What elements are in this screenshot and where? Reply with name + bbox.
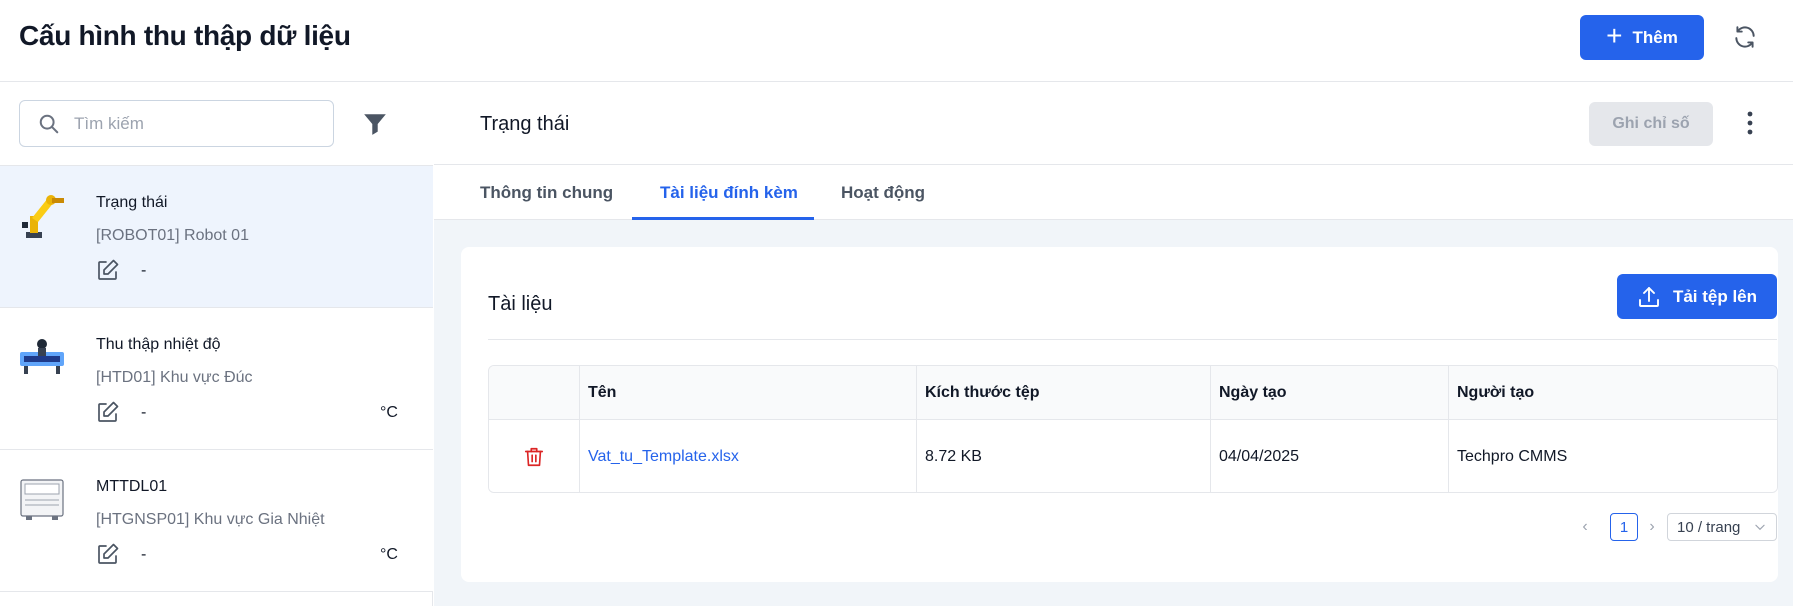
main-panel: Trạng thái Ghi chỉ số Thông tin chung Tà… <box>434 82 1793 606</box>
filter-icon[interactable] <box>362 111 388 137</box>
column-divider <box>579 366 580 492</box>
documents-title: Tài liệu <box>488 293 553 315</box>
page-title: Cấu hình thu thập dữ liệu <box>19 20 351 51</box>
item-value: - <box>141 262 147 279</box>
item-value: - <box>141 404 147 421</box>
item-subtitle: [HTD01] Khu vực Đúc <box>96 369 253 386</box>
upload-icon <box>1639 286 1659 307</box>
item-subtitle: [HTGNSP01] Khu vực Gia Nhiệt <box>96 511 325 528</box>
column-creator: Người tạo <box>1457 383 1535 401</box>
active-tab-indicator <box>632 217 814 220</box>
table-header: Tên Kích thước tệp Ngày tạo Người tạo <box>489 366 1777 420</box>
column-size: Kích thước tệp <box>925 383 1040 401</box>
edit-icon[interactable] <box>96 258 120 282</box>
upload-file-button[interactable]: Tải tệp lên <box>1617 274 1777 319</box>
app-header: Cấu hình thu thập dữ liệu + Thêm <box>0 0 1793 82</box>
sidebar: Trạng thái [ROBOT01] Robot 01 - Thu thập… <box>0 82 433 606</box>
column-divider <box>1210 366 1211 492</box>
edit-icon[interactable] <box>96 542 120 566</box>
item-title: MTTDL01 <box>96 478 168 495</box>
item-title: Thu thập nhiệt độ <box>96 336 221 353</box>
list-item[interactable]: Trạng thái [ROBOT01] Robot 01 - <box>0 166 433 308</box>
temperature-machine-image <box>20 339 64 374</box>
robot-arm-image <box>22 195 64 238</box>
row-actions <box>489 420 579 492</box>
search-input[interactable] <box>74 113 304 134</box>
file-name-cell: Vat_tu_Template.xlsx <box>579 420 916 492</box>
search-box[interactable] <box>19 100 334 147</box>
tab-general-info[interactable]: Thông tin chung <box>480 165 613 220</box>
column-actions <box>489 366 579 419</box>
pagination: ‹ 1 › 10 / trang <box>488 513 1778 541</box>
created-date-cell: 04/04/2025 <box>1219 447 1300 465</box>
file-name-link[interactable]: Vat_tu_Template.xlsx <box>588 448 739 466</box>
more-vertical-icon[interactable] <box>1744 110 1756 136</box>
upload-button-label: Tải tệp lên <box>1672 286 1758 306</box>
documents-table: Tên Kích thước tệp Ngày tạo Người tạo Va… <box>488 365 1778 493</box>
column-name: Tên <box>588 383 617 401</box>
column-divider <box>1448 366 1449 492</box>
table-row: Vat_tu_Template.xlsx 8.72 KB 04/04/2025 … <box>489 420 1777 492</box>
documents-card: Tài liệu Tải tệp lên Tên Kích thước tệp … <box>461 247 1778 582</box>
detail-tabs: Thông tin chung Tài liệu đính kèm Hoạt đ… <box>434 165 1793 220</box>
edit-icon[interactable] <box>96 400 120 424</box>
item-subtitle: [ROBOT01] Robot 01 <box>96 227 249 244</box>
data-source-list: Trạng thái [ROBOT01] Robot 01 - Thu thập… <box>0 166 433 592</box>
detail-header: Trạng thái Ghi chỉ số <box>434 82 1793 165</box>
delete-icon[interactable] <box>523 446 545 468</box>
item-unit: °C <box>380 404 398 421</box>
item-value: - <box>141 546 147 563</box>
current-page[interactable]: 1 <box>1610 513 1638 541</box>
tab-activity[interactable]: Hoạt động <box>841 165 925 220</box>
refresh-icon[interactable] <box>1732 24 1758 50</box>
search-area <box>0 82 433 166</box>
item-title: Trạng thái <box>96 194 168 211</box>
column-divider <box>916 366 917 492</box>
add-button-label: Thêm <box>1632 27 1678 47</box>
creator-cell: Techpro CMMS <box>1457 447 1568 465</box>
plus-icon: + <box>1606 20 1623 51</box>
card-divider <box>488 339 1777 340</box>
item-unit: °C <box>380 546 398 563</box>
file-size-cell: 8.72 KB <box>925 447 982 465</box>
add-button[interactable]: + Thêm <box>1580 15 1704 60</box>
page-size-select[interactable]: 10 / trang <box>1667 513 1777 541</box>
record-reading-button[interactable]: Ghi chỉ số <box>1589 102 1713 146</box>
chevron-down-icon <box>1755 524 1765 531</box>
list-item[interactable]: MTTDL01 [HTGNSP01] Khu vực Gia Nhiệt - °… <box>0 450 433 592</box>
prev-page-icon[interactable]: ‹ <box>1577 517 1593 537</box>
list-item[interactable]: Thu thập nhiệt độ [HTD01] Khu vực Đúc - … <box>0 308 433 450</box>
tab-attachments[interactable]: Tài liệu đính kèm <box>660 165 798 220</box>
next-page-icon[interactable]: › <box>1644 517 1660 537</box>
search-icon <box>39 114 59 133</box>
heating-machine-image <box>20 479 64 520</box>
page-size-label: 10 / trang <box>1677 518 1741 536</box>
column-created-date: Ngày tạo <box>1219 383 1287 401</box>
detail-title: Trạng thái <box>480 113 570 135</box>
